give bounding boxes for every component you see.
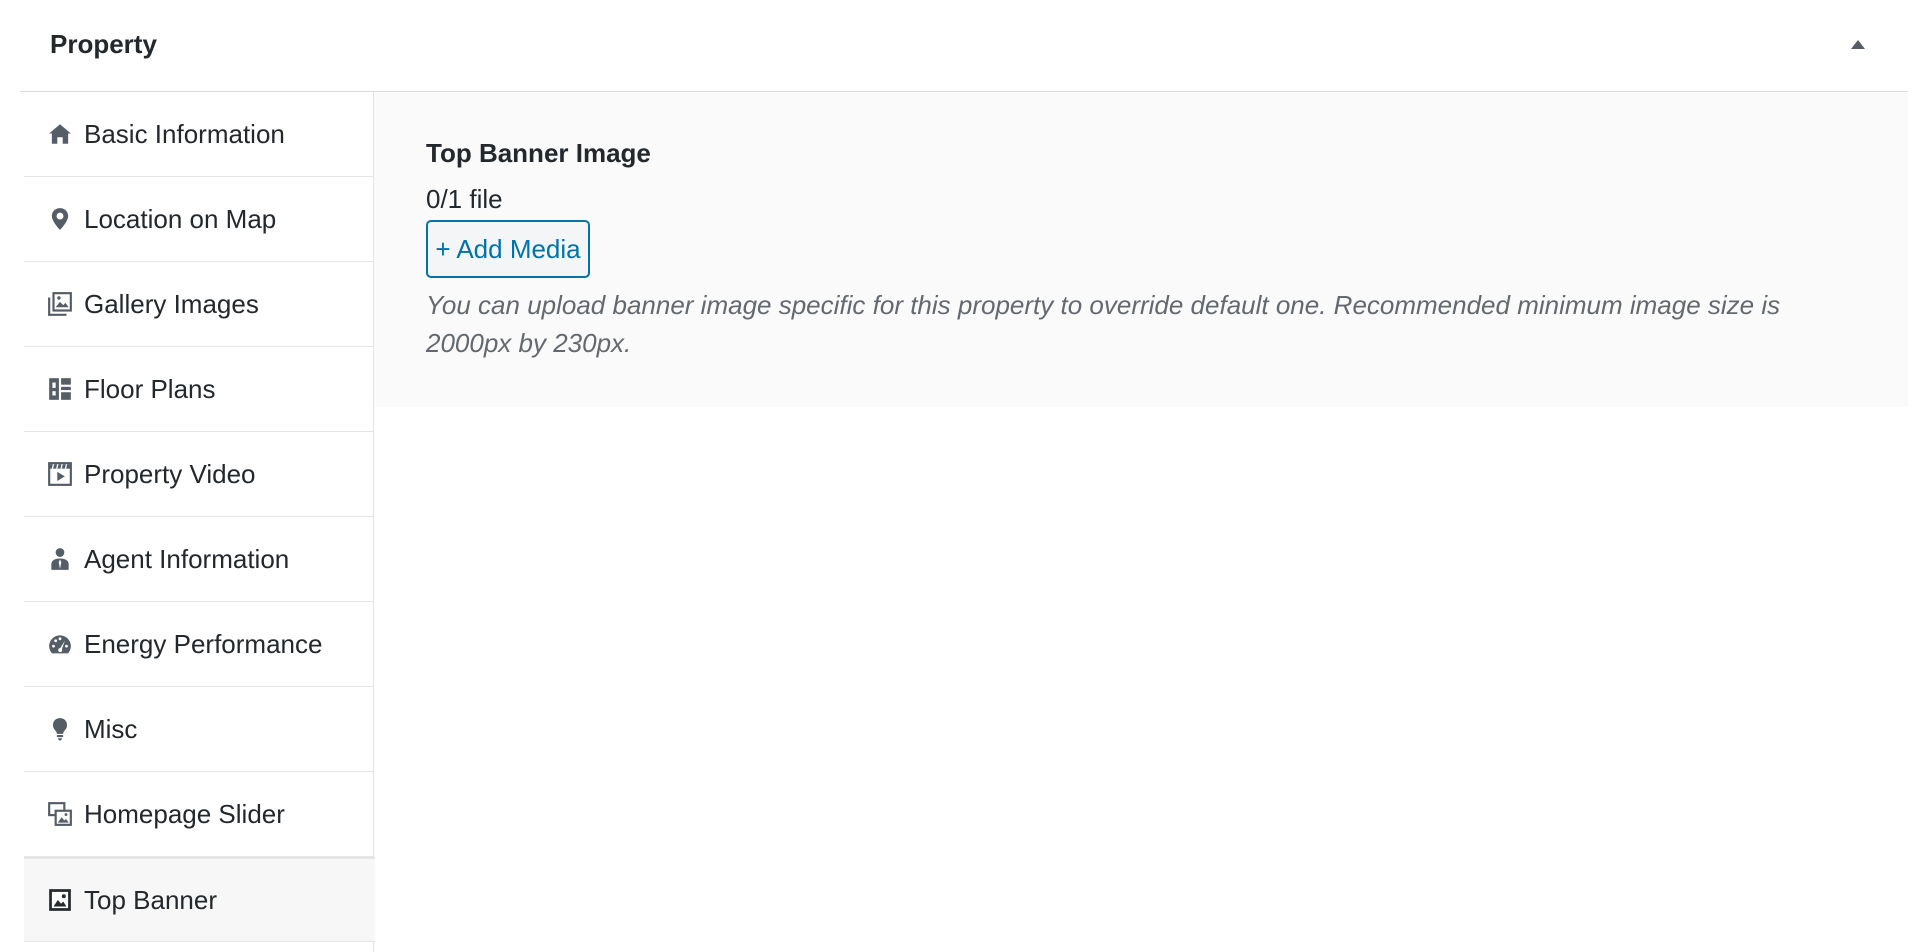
tab-label: Gallery Images	[84, 289, 259, 319]
field-description: You can upload banner image specific for…	[426, 290, 1781, 358]
file-count: 0/1 file	[426, 184, 503, 214]
home-icon	[46, 120, 74, 148]
tab-label: Basic Information	[84, 119, 285, 149]
format-image-icon	[46, 886, 74, 914]
tab-label: Misc	[84, 714, 138, 744]
collapse-toggle-icon[interactable]	[1842, 28, 1874, 60]
property-metabox: Property Basic Information Location on M…	[20, 0, 1908, 952]
tab-label: Homepage Slider	[84, 799, 285, 829]
tab-agent-information[interactable]: Agent Information	[24, 517, 373, 602]
tab-label: Property Video	[84, 459, 256, 489]
tab-list: Basic Information Location on Map Galler…	[24, 92, 375, 952]
dashboard-icon	[46, 630, 74, 658]
tab-label: Energy Performance	[84, 629, 323, 659]
tab-misc[interactable]: Misc	[24, 687, 373, 772]
video-icon	[46, 460, 74, 488]
tab-homepage-slider[interactable]: Homepage Slider	[24, 772, 373, 857]
location-pin-icon	[46, 205, 74, 233]
gallery-icon	[46, 290, 74, 318]
lightbulb-icon	[46, 715, 74, 743]
top-banner-panel: Top Banner Image 0/1 file + Add Media Yo…	[374, 93, 1908, 407]
tab-basic-information[interactable]: Basic Information	[24, 92, 373, 177]
metabox-header: Property	[20, 0, 1908, 92]
tab-label: Location on Map	[84, 204, 277, 234]
tab-top-banner[interactable]: Top Banner	[24, 857, 375, 942]
tab-gallery-images[interactable]: Gallery Images	[24, 262, 373, 347]
field-label: Top Banner Image	[426, 138, 651, 168]
tab-label: Floor Plans	[84, 374, 216, 404]
tab-location-on-map[interactable]: Location on Map	[24, 177, 373, 262]
tab-energy-performance[interactable]: Energy Performance	[24, 602, 373, 687]
tab-label: Agent Information	[84, 544, 290, 574]
metabox-title: Property	[50, 29, 157, 59]
add-media-button[interactable]: + Add Media	[426, 220, 590, 278]
tab-label: Top Banner	[84, 885, 217, 915]
tab-property-video[interactable]: Property Video	[24, 432, 373, 517]
floor-plans-icon	[46, 375, 74, 403]
tab-floor-plans[interactable]: Floor Plans	[24, 347, 373, 432]
slides-icon	[46, 800, 74, 828]
agent-icon	[46, 545, 74, 573]
